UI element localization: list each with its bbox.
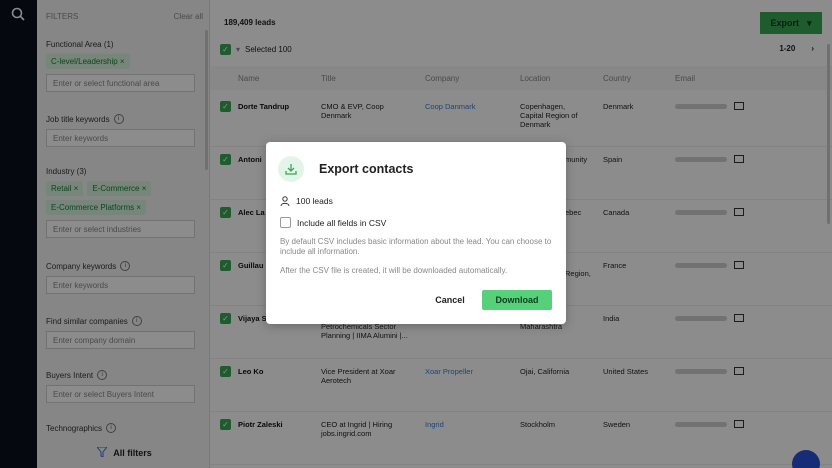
include-all-fields-option[interactable]: Include all fields in CSV xyxy=(280,217,386,228)
cancel-button[interactable]: Cancel xyxy=(426,290,474,310)
download-icon xyxy=(278,156,304,182)
lead-summary: 100 leads xyxy=(280,196,333,206)
export-contacts-dialog: Export contacts 100 leads Include all fi… xyxy=(266,142,566,324)
dialog-title: Export contacts xyxy=(319,162,414,176)
leads-count: 100 leads xyxy=(296,196,333,206)
include-all-fields-checkbox[interactable] xyxy=(280,217,291,228)
user-icon xyxy=(280,196,290,206)
download-note: After the CSV file is created, it will b… xyxy=(280,266,508,275)
csv-description: By default CSV includes basic informatio… xyxy=(280,237,552,256)
download-button[interactable]: Download xyxy=(482,290,552,310)
include-all-fields-label[interactable]: Include all fields in CSV xyxy=(297,218,386,228)
